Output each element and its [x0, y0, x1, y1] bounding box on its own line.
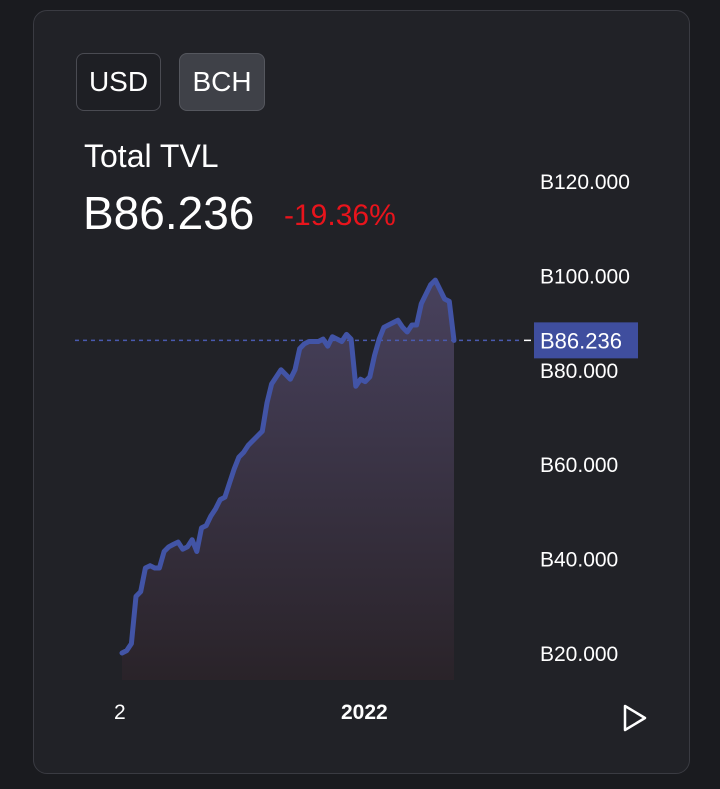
- y-tick-label: B120.000: [540, 171, 630, 194]
- x-tick-label-0: 2: [114, 701, 126, 724]
- current-value-label: B86.236: [540, 328, 622, 353]
- x-tick-label-1: 2022: [341, 701, 388, 724]
- y-tick-label: B40.000: [540, 549, 618, 572]
- play-icon[interactable]: [618, 702, 650, 734]
- tvl-area-chart[interactable]: B20.000 B40.000 B60.000 B80.000 B100.000 B120…: [0, 0, 720, 789]
- y-tick-label: B80.000: [540, 360, 618, 383]
- y-tick-label: B20.000: [540, 643, 618, 666]
- y-tick-label: B60.000: [540, 454, 618, 477]
- y-tick-label: B100.000: [540, 265, 630, 288]
